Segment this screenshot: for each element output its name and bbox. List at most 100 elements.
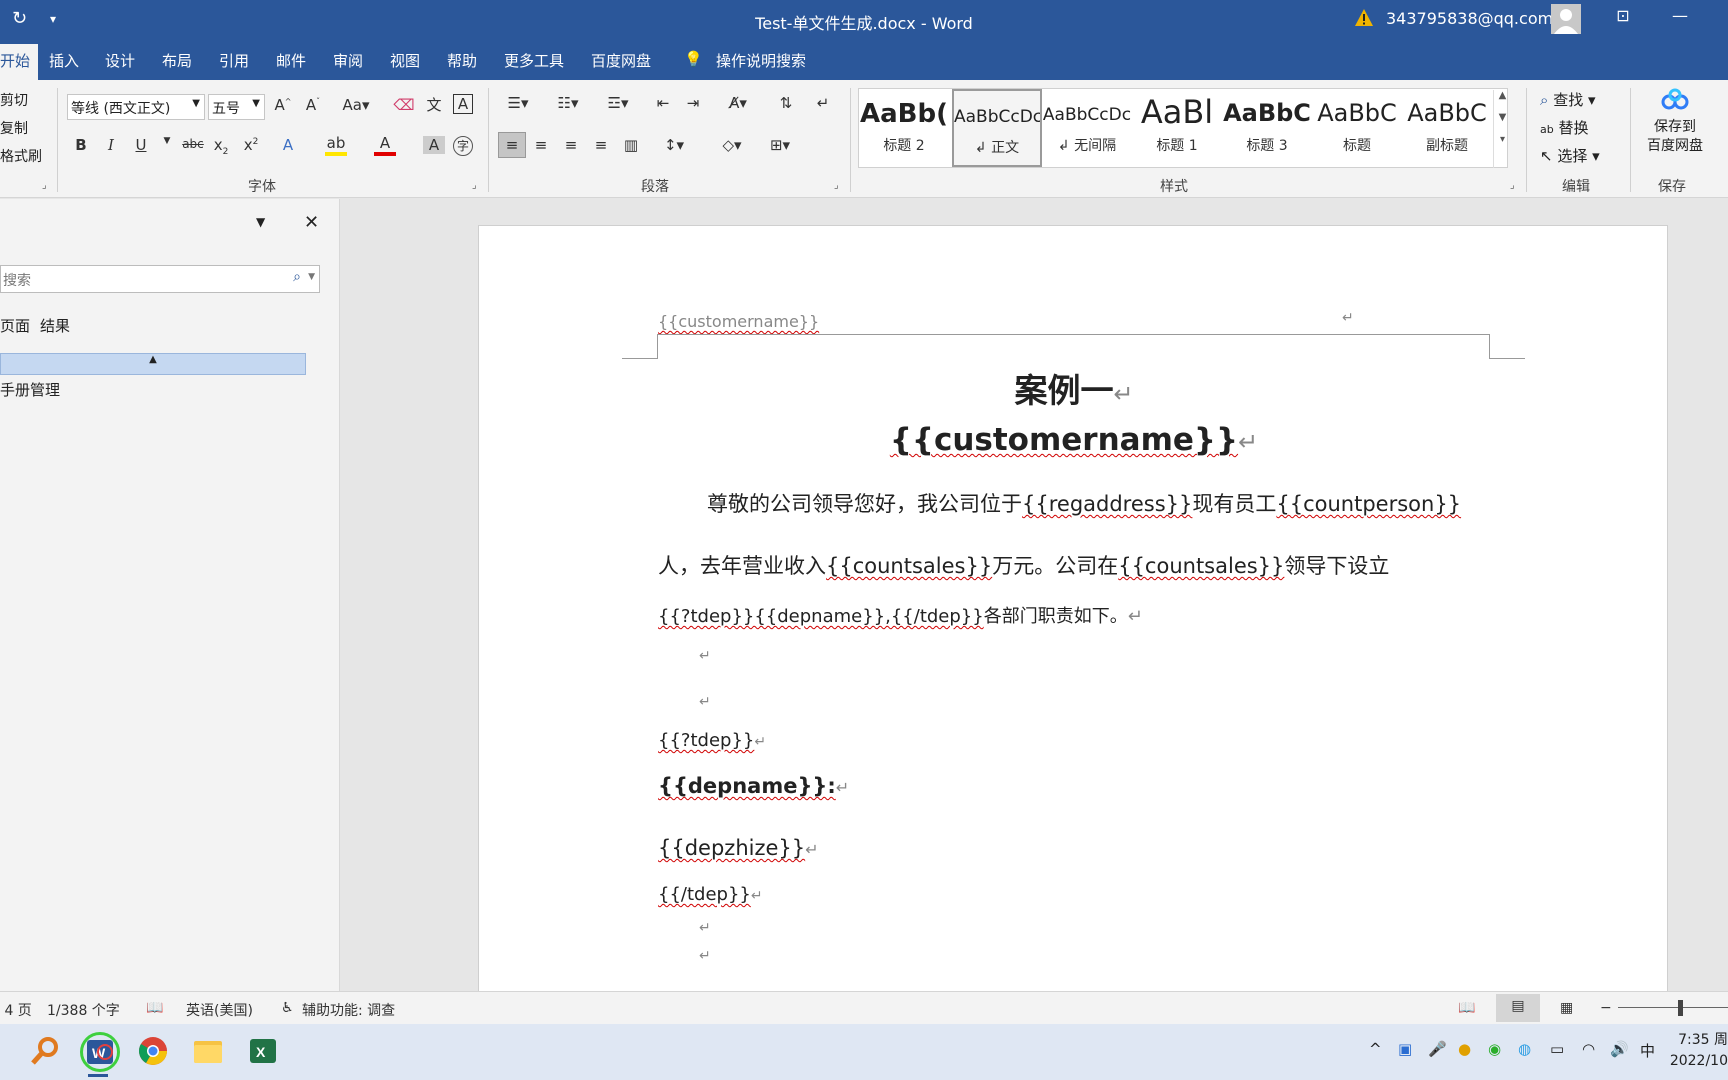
- collapse-heading-row[interactable]: ▲: [0, 353, 306, 375]
- proofing-icon[interactable]: 📖: [146, 1000, 163, 1016]
- close-icon[interactable]: ✕: [304, 212, 319, 233]
- subscript-button[interactable]: x2: [210, 136, 232, 157]
- italic-button[interactable]: I: [100, 136, 122, 154]
- chinese-layout-icon[interactable]: A̸▾: [720, 94, 756, 112]
- style-heading-3[interactable]: AaBbC 标题 3: [1222, 89, 1312, 167]
- borders-icon[interactable]: ⊞▾: [762, 136, 798, 154]
- zoom-out-icon[interactable]: −: [1600, 1000, 1612, 1016]
- shrink-font-icon[interactable]: Aˇ: [302, 96, 324, 114]
- increase-indent-icon[interactable]: ⇥: [682, 94, 704, 112]
- strikethrough-button[interactable]: abc: [180, 137, 206, 151]
- minimize-icon[interactable]: —: [1665, 6, 1695, 25]
- tab-home[interactable]: 开始: [0, 44, 39, 80]
- tab-more-tools[interactable]: 更多工具: [504, 50, 564, 71]
- dialog-launcher-icon[interactable]: ⌟: [42, 180, 47, 191]
- chevron-down-icon[interactable]: ▼: [308, 272, 315, 282]
- language-status[interactable]: 英语(美国): [186, 1000, 253, 1020]
- show-marks-icon[interactable]: ↵: [812, 94, 834, 112]
- bold-button[interactable]: B: [70, 136, 92, 154]
- style-heading-2[interactable]: AaBb( 标题 2: [859, 89, 949, 167]
- accessibility-status[interactable]: 辅助功能: 调查: [302, 1000, 395, 1020]
- warning-icon[interactable]: [1354, 8, 1374, 28]
- zoom-slider[interactable]: [1618, 1007, 1728, 1008]
- doc-paragraph[interactable]: 尊敬的公司领导您好，我公司位于{{regaddress}}现有员工{{count…: [707, 488, 1461, 518]
- microphone-icon[interactable]: 🎤: [1428, 1040, 1447, 1058]
- zoom-slider-thumb[interactable]: [1678, 1000, 1683, 1016]
- battery-icon[interactable]: ▭: [1550, 1040, 1564, 1058]
- change-case-icon[interactable]: Aa▾: [338, 96, 374, 114]
- document-page[interactable]: {{customername}} ↵ 案例一↵ {{customername}}…: [478, 225, 1668, 991]
- clear-format-icon[interactable]: ⌫: [393, 96, 415, 114]
- doc-subtitle[interactable]: {{customername}}↵: [479, 422, 1669, 458]
- wechat-icon[interactable]: ◉: [1488, 1040, 1501, 1058]
- save-to-baidu-button[interactable]: 保存到 百度网盘: [1630, 88, 1720, 156]
- tab-view[interactable]: 视图: [390, 50, 420, 71]
- sort-icon[interactable]: ⇅: [775, 94, 797, 112]
- enclose-char-icon[interactable]: 字: [453, 136, 473, 156]
- search-icon[interactable]: ⌕: [293, 269, 301, 285]
- style-subtitle[interactable]: AaBbC 副标题: [1402, 89, 1492, 167]
- doc-paragraph-line[interactable]: 人，去年营业收入{{countsales}}万元。公司在{{countsales…: [658, 550, 1389, 580]
- style-title[interactable]: AaBbC 标题: [1312, 89, 1402, 167]
- print-layout-icon[interactable]: ▤: [1496, 994, 1540, 1022]
- style-heading-1[interactable]: AaBl 标题 1: [1132, 89, 1222, 167]
- tdep-open-line[interactable]: {{?tdep}}↵: [658, 730, 766, 751]
- ime-indicator[interactable]: 中: [1640, 1040, 1655, 1061]
- nav-heading-item[interactable]: 手册管理: [0, 379, 60, 400]
- dialog-launcher-icon[interactable]: ⌟: [1510, 180, 1515, 191]
- tab-references[interactable]: 引用: [219, 50, 249, 71]
- ribbon-display-icon[interactable]: ⊡: [1608, 6, 1638, 25]
- decrease-indent-icon[interactable]: ⇤: [652, 94, 674, 112]
- style-no-spacing[interactable]: AaBbCcDc ↲ 无间隔: [1042, 89, 1132, 167]
- clock[interactable]: 7:35 周 2022/10: [1666, 1030, 1728, 1072]
- tab-layout[interactable]: 布局: [162, 50, 192, 71]
- tab-insert[interactable]: 插入: [49, 50, 79, 71]
- folder-icon[interactable]: [191, 1034, 225, 1068]
- text-effects-icon[interactable]: A: [277, 136, 299, 154]
- grow-font-icon[interactable]: A^: [272, 96, 294, 114]
- font-size-combo[interactable]: 五号 ▼: [208, 94, 265, 120]
- tab-baidu[interactable]: 百度网盘: [591, 50, 651, 71]
- search-input[interactable]: 搜索 ⌕ ▼: [0, 265, 320, 293]
- shading-icon[interactable]: ◇▾: [714, 136, 750, 154]
- dialog-launcher-icon[interactable]: ⌟: [472, 180, 477, 191]
- search-icon[interactable]: [28, 1034, 62, 1068]
- find-button[interactable]: ⌕ 查找 ▾: [1540, 89, 1596, 110]
- dialog-launcher-icon[interactable]: ⌟: [834, 180, 839, 191]
- doc-title[interactable]: 案例一↵: [479, 364, 1669, 412]
- format-painter-button[interactable]: 格式刷: [0, 146, 42, 166]
- char-border-icon[interactable]: A: [453, 94, 473, 114]
- justify-button[interactable]: ≡: [590, 136, 612, 154]
- align-right-button[interactable]: ≡: [560, 136, 582, 154]
- font-name-combo[interactable]: 等线 (西文正文) ▼: [67, 94, 205, 120]
- replace-button[interactable]: ab 替换: [1540, 117, 1589, 138]
- excel-icon[interactable]: X: [246, 1034, 280, 1068]
- tab-help[interactable]: 帮助: [447, 50, 477, 71]
- meeting-icon[interactable]: ▣: [1398, 1040, 1412, 1058]
- numbering-icon[interactable]: ☷▾: [550, 94, 586, 112]
- accessibility-icon[interactable]: ♿: [281, 1000, 294, 1016]
- read-mode-icon[interactable]: 📖: [1458, 1000, 1475, 1016]
- tab-results[interactable]: 结果: [40, 315, 70, 336]
- web-layout-icon[interactable]: ▦: [1560, 1000, 1573, 1016]
- header-text[interactable]: {{customername}}: [658, 312, 819, 331]
- wifi-icon[interactable]: ◠: [1582, 1040, 1595, 1058]
- account-name[interactable]: 343795838@qq.com: [1386, 9, 1553, 28]
- tell-me-search[interactable]: 操作说明搜索: [716, 50, 806, 71]
- superscript-button[interactable]: x2: [240, 136, 262, 154]
- volume-icon[interactable]: 🔊: [1610, 1040, 1629, 1058]
- tab-mailings[interactable]: 邮件: [276, 50, 306, 71]
- qq-icon[interactable]: ◍: [1518, 1040, 1531, 1058]
- app-tray-icon[interactable]: ●: [1458, 1040, 1471, 1058]
- phonetic-guide-icon[interactable]: 文: [423, 94, 445, 115]
- styles-scroll[interactable]: ▲ ▼ ▾: [1493, 90, 1511, 168]
- tab-pages[interactable]: 页面: [0, 315, 30, 336]
- doc-paragraph-line[interactable]: {{?tdep}}{{depname}},{{/tdep}}各部门职责如下。↵: [658, 602, 1143, 628]
- bullets-icon[interactable]: ☰▾: [500, 94, 536, 112]
- chrome-icon[interactable]: [136, 1034, 170, 1068]
- char-shading-icon[interactable]: A: [423, 136, 445, 154]
- select-button[interactable]: ↖ 选择 ▾: [1540, 145, 1600, 166]
- align-center-button[interactable]: ≡: [530, 136, 552, 154]
- multilevel-list-icon[interactable]: ☲▾: [600, 94, 636, 112]
- avatar[interactable]: [1551, 4, 1581, 34]
